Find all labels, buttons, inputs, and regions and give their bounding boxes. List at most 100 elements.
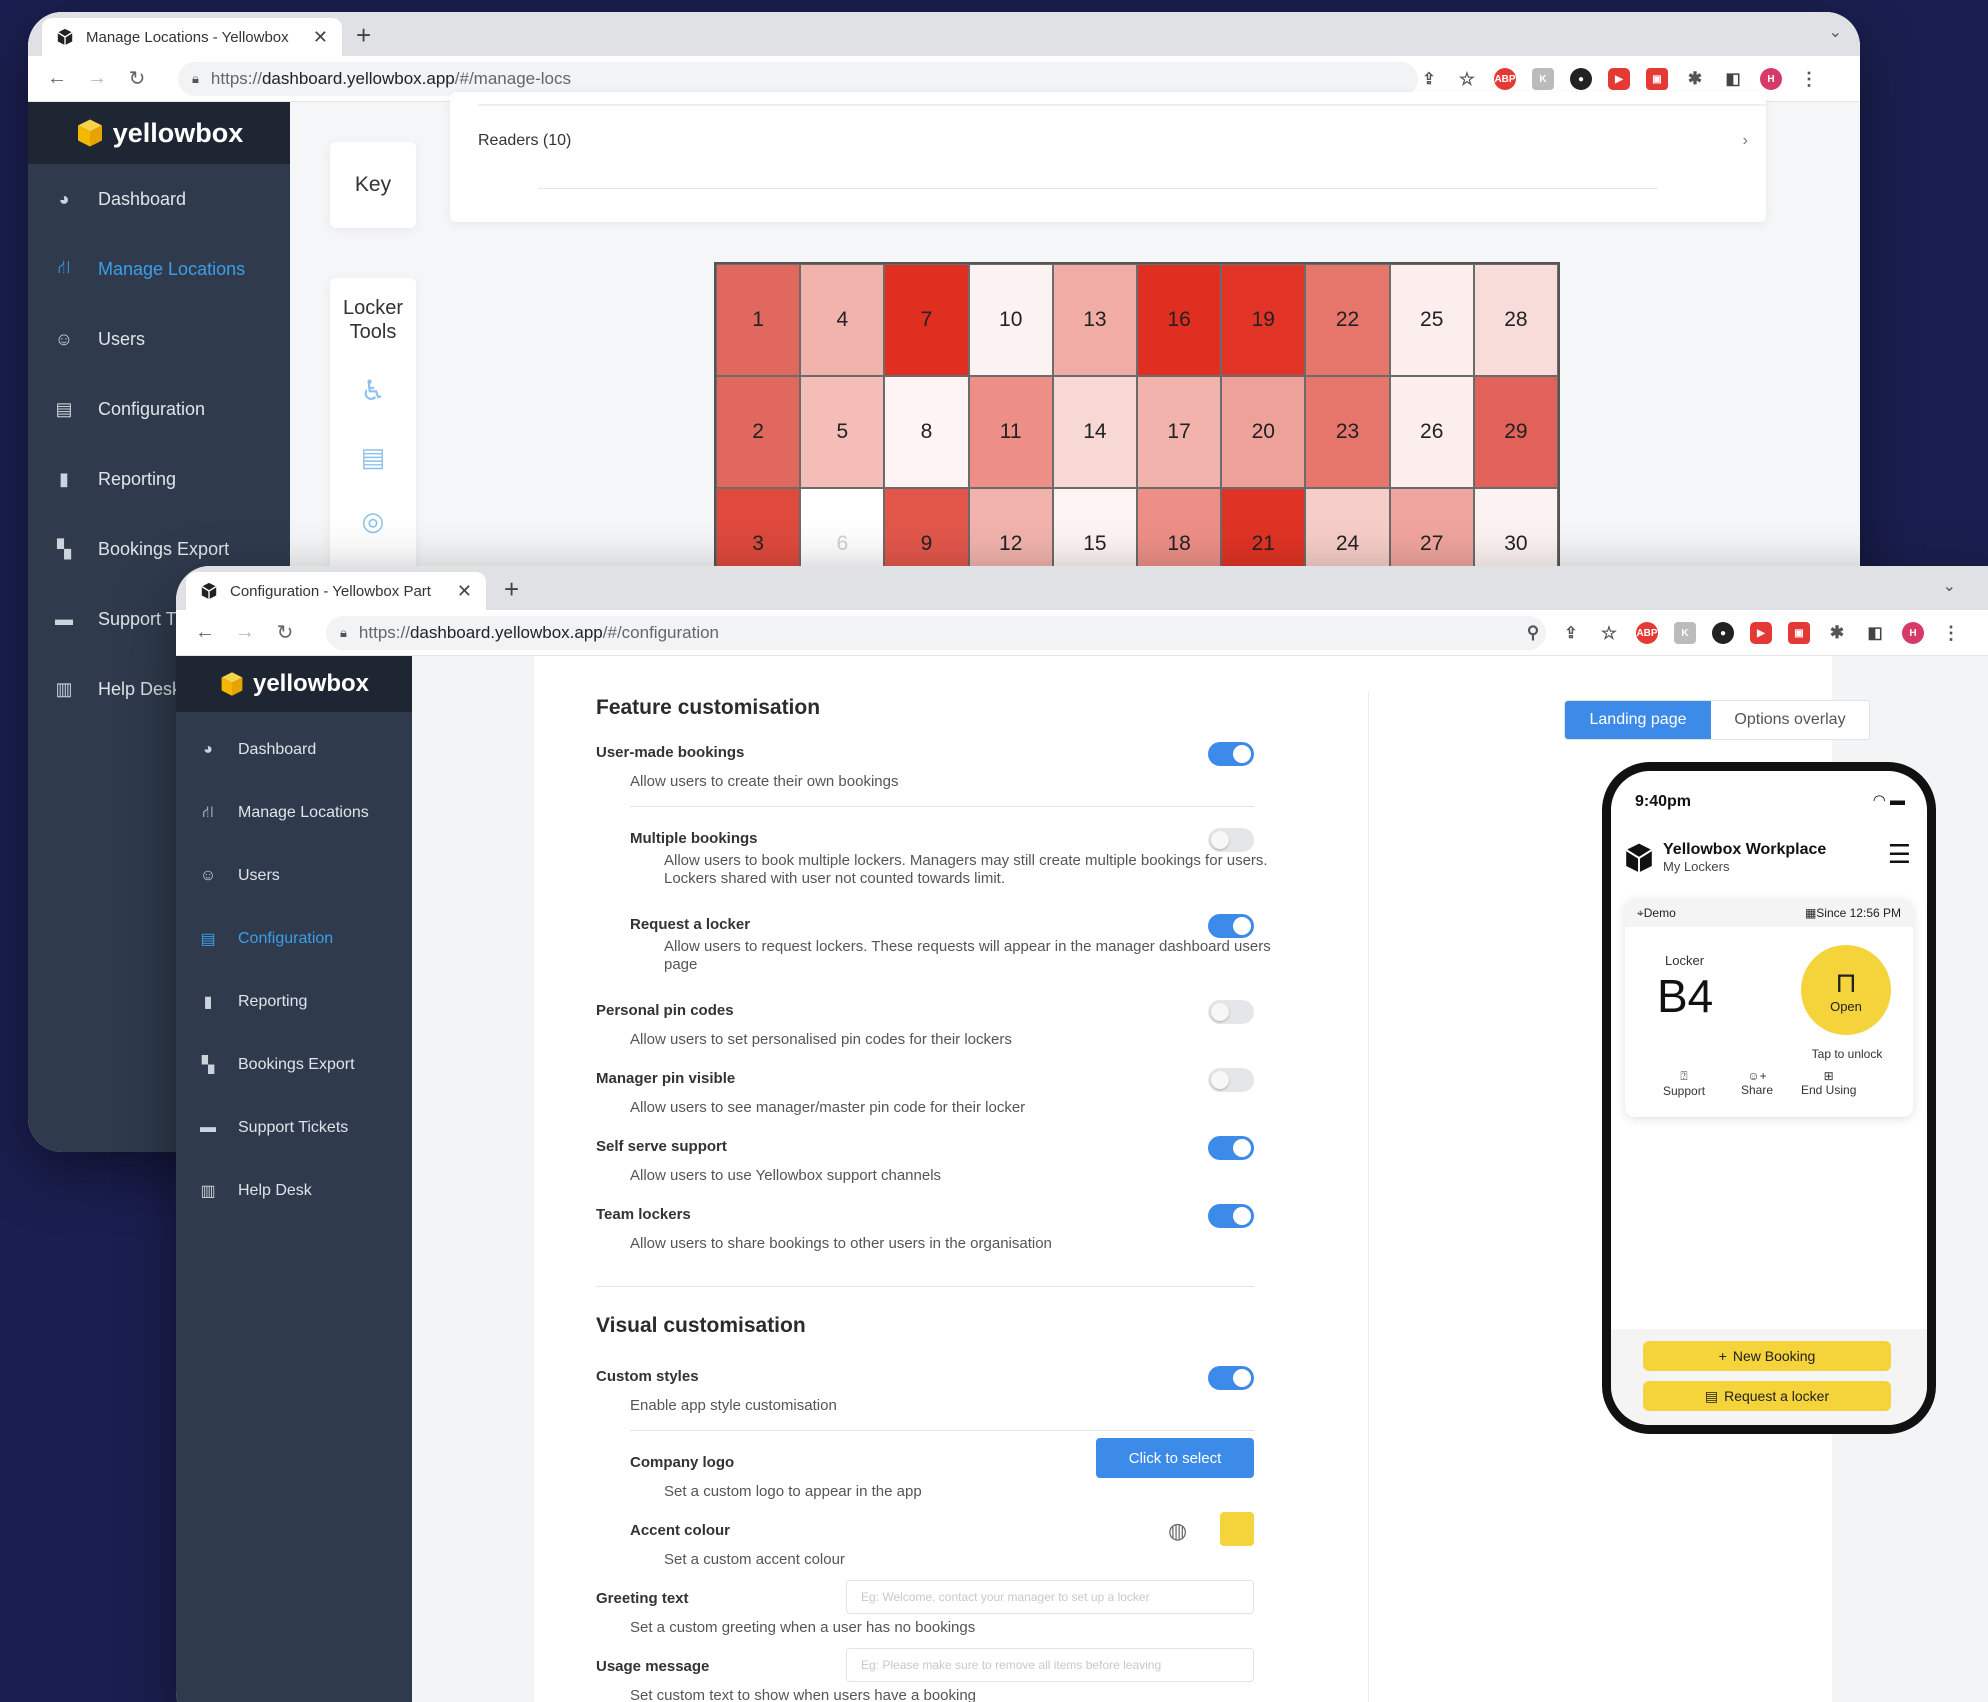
team-lockers-toggle[interactable] [1208, 1204, 1254, 1228]
new-tab-icon[interactable]: + [356, 20, 371, 51]
tab-options-overlay[interactable]: Options overlay [1711, 701, 1869, 739]
locker-cell[interactable]: 5 [800, 376, 885, 488]
multiple-bookings-toggle[interactable] [1208, 828, 1254, 852]
sidebar-item-dashboard[interactable]: ◕ Dashboard [176, 718, 412, 781]
custom-styles-toggle[interactable] [1208, 1366, 1254, 1390]
tab-landing-page[interactable]: Landing page [1565, 701, 1711, 739]
extension-k-icon[interactable]: K [1532, 68, 1554, 90]
menu-kebab-icon[interactable]: ⋮ [1798, 68, 1820, 90]
personal-pin-codes-toggle[interactable] [1208, 1000, 1254, 1024]
locker-cell[interactable]: 17 [1136, 376, 1222, 488]
usage-message-input[interactable]: Eg: Please make sure to remove all items… [846, 1648, 1254, 1682]
link-toggle-icon[interactable]: ◎ [330, 506, 416, 537]
notes-icon[interactable]: ▤ [330, 442, 416, 473]
locker-cell[interactable]: 1 [716, 264, 801, 376]
puzzle-icon[interactable]: ✱ [1684, 68, 1706, 90]
extension-badge-icon[interactable]: ▣ [1788, 622, 1810, 644]
user-made-bookings-toggle[interactable] [1208, 742, 1254, 766]
extension-k-icon[interactable]: K [1674, 622, 1696, 644]
share-icon[interactable]: ⇪ [1418, 68, 1440, 90]
sidebar-item-configuration[interactable]: ▤ Configuration [28, 374, 290, 444]
locker-cell[interactable]: 25 [1389, 264, 1474, 376]
accessible-icon[interactable]: ♿︎ [330, 374, 416, 407]
locker-cell[interactable]: 19 [1221, 264, 1306, 376]
forward-icon[interactable]: → [234, 621, 256, 644]
back-icon[interactable]: ← [46, 67, 68, 90]
brand-logo[interactable]: yellowbox [28, 102, 290, 164]
share-action[interactable]: ☺+ Share [1741, 1069, 1773, 1097]
tab-search-icon[interactable]: ⌄ [1829, 22, 1842, 42]
tab-search-icon[interactable]: ⌄ [1943, 576, 1956, 596]
share-icon[interactable]: ⇪ [1560, 622, 1582, 644]
support-action[interactable]: ⍰ Support [1663, 1069, 1705, 1098]
extension-record-icon[interactable]: ▶ [1750, 622, 1772, 644]
locker-cell[interactable]: 23 [1305, 376, 1390, 488]
sidepanel-icon[interactable]: ◧ [1722, 68, 1744, 90]
sidebar-item-reporting[interactable]: ▮ Reporting [28, 444, 290, 514]
brand-logo[interactable]: yellowbox [176, 656, 412, 712]
manager-pin-visible-toggle[interactable] [1208, 1068, 1254, 1092]
address-bar[interactable]: 🔒︎ https://dashboard.yellowbox.app/#/man… [178, 62, 1418, 96]
open-locker-button[interactable]: ⊓ Open [1801, 945, 1891, 1035]
locker-cell[interactable]: 16 [1136, 264, 1222, 376]
zoom-icon[interactable]: ⚲ [1522, 622, 1544, 644]
locker-cell[interactable]: 2 [716, 376, 801, 488]
locker-cell[interactable]: 22 [1305, 264, 1390, 376]
sidebar-item-users[interactable]: ☺ Users [176, 844, 412, 907]
forward-icon[interactable]: → [86, 67, 108, 90]
sidebar-item-reporting[interactable]: ▮ Reporting [176, 970, 412, 1033]
reload-icon[interactable]: ↻ [274, 620, 296, 645]
locker-cell[interactable]: 4 [800, 264, 885, 376]
palette-icon[interactable]: ◍ [1168, 1518, 1187, 1544]
locker-cell[interactable]: 13 [1052, 264, 1137, 376]
locker-cell[interactable]: 11 [968, 376, 1053, 488]
sidebar-item-dashboard[interactable]: ◕ Dashboard [28, 164, 290, 234]
locker-cell[interactable]: 8 [884, 376, 969, 488]
greeting-text-input[interactable]: Eg: Welcome, contact your manager to set… [846, 1580, 1254, 1614]
request-a-locker-toggle[interactable] [1208, 914, 1254, 938]
readers-row[interactable]: Readers (10) › [478, 132, 1768, 150]
new-tab-icon[interactable]: + [504, 574, 519, 605]
locker-cell[interactable]: 20 [1221, 376, 1306, 488]
extension-record-icon[interactable]: ▶ [1608, 68, 1630, 90]
request-locker-button[interactable]: ▤ Request a locker [1643, 1381, 1891, 1411]
key-panel[interactable]: Key [330, 142, 416, 228]
sidebar-item-manage-locations[interactable]: ⛙ Manage Locations [176, 781, 412, 844]
sidebar-item-support-tickets[interactable]: ▬ Support Tickets [176, 1096, 412, 1159]
sidebar-item-bookings-export[interactable]: ▚ Bookings Export [176, 1033, 412, 1096]
profile-avatar-icon[interactable]: H [1902, 622, 1924, 644]
bookmark-star-icon[interactable]: ☆ [1598, 622, 1620, 644]
self-serve-support-toggle[interactable] [1208, 1136, 1254, 1160]
profile-avatar-icon[interactable]: H [1760, 68, 1782, 90]
close-tab-icon[interactable]: ✕ [457, 581, 472, 602]
adblock-icon[interactable]: ABP [1636, 622, 1658, 644]
locker-cell[interactable]: 29 [1473, 376, 1558, 488]
back-icon[interactable]: ← [194, 621, 216, 644]
end-using-action[interactable]: ⊞ End Using [1801, 1069, 1856, 1097]
reload-icon[interactable]: ↻ [126, 66, 148, 91]
extension-dark-icon[interactable]: ● [1712, 622, 1734, 644]
locker-cell[interactable]: 28 [1473, 264, 1558, 376]
hamburger-menu-icon[interactable]: ☰ [1888, 839, 1911, 870]
locker-cell[interactable]: 26 [1389, 376, 1474, 488]
sidebar-item-manage-locations[interactable]: ⛙ Manage Locations [28, 234, 290, 304]
sidebar-item-help-desk[interactable]: ▥ Help Desk [176, 1159, 412, 1222]
select-logo-button[interactable]: Click to select [1096, 1438, 1254, 1478]
sidebar-item-users[interactable]: ☺ Users [28, 304, 290, 374]
new-booking-button[interactable]: + New Booking [1643, 1341, 1891, 1371]
browser-tab[interactable]: Configuration - Yellowbox Part ✕ [186, 572, 486, 610]
extension-badge-icon[interactable]: ▣ [1646, 68, 1668, 90]
close-tab-icon[interactable]: ✕ [313, 27, 328, 48]
locker-cell[interactable]: 14 [1052, 376, 1137, 488]
menu-kebab-icon[interactable]: ⋮ [1940, 622, 1962, 644]
puzzle-icon[interactable]: ✱ [1826, 622, 1848, 644]
sidebar-item-configuration[interactable]: ▤ Configuration [176, 907, 412, 970]
adblock-icon[interactable]: ABP [1494, 68, 1516, 90]
locker-cell[interactable]: 7 [884, 264, 969, 376]
extension-dark-icon[interactable]: ● [1570, 68, 1592, 90]
bookmark-star-icon[interactable]: ☆ [1456, 68, 1478, 90]
address-bar[interactable]: 🔒︎ https://dashboard.yellowbox.app/#/con… [326, 616, 1546, 650]
browser-tab[interactable]: Manage Locations - Yellowbox ✕ [42, 18, 342, 56]
locker-cell[interactable]: 10 [968, 264, 1053, 376]
accent-colour-swatch[interactable] [1220, 1512, 1254, 1546]
